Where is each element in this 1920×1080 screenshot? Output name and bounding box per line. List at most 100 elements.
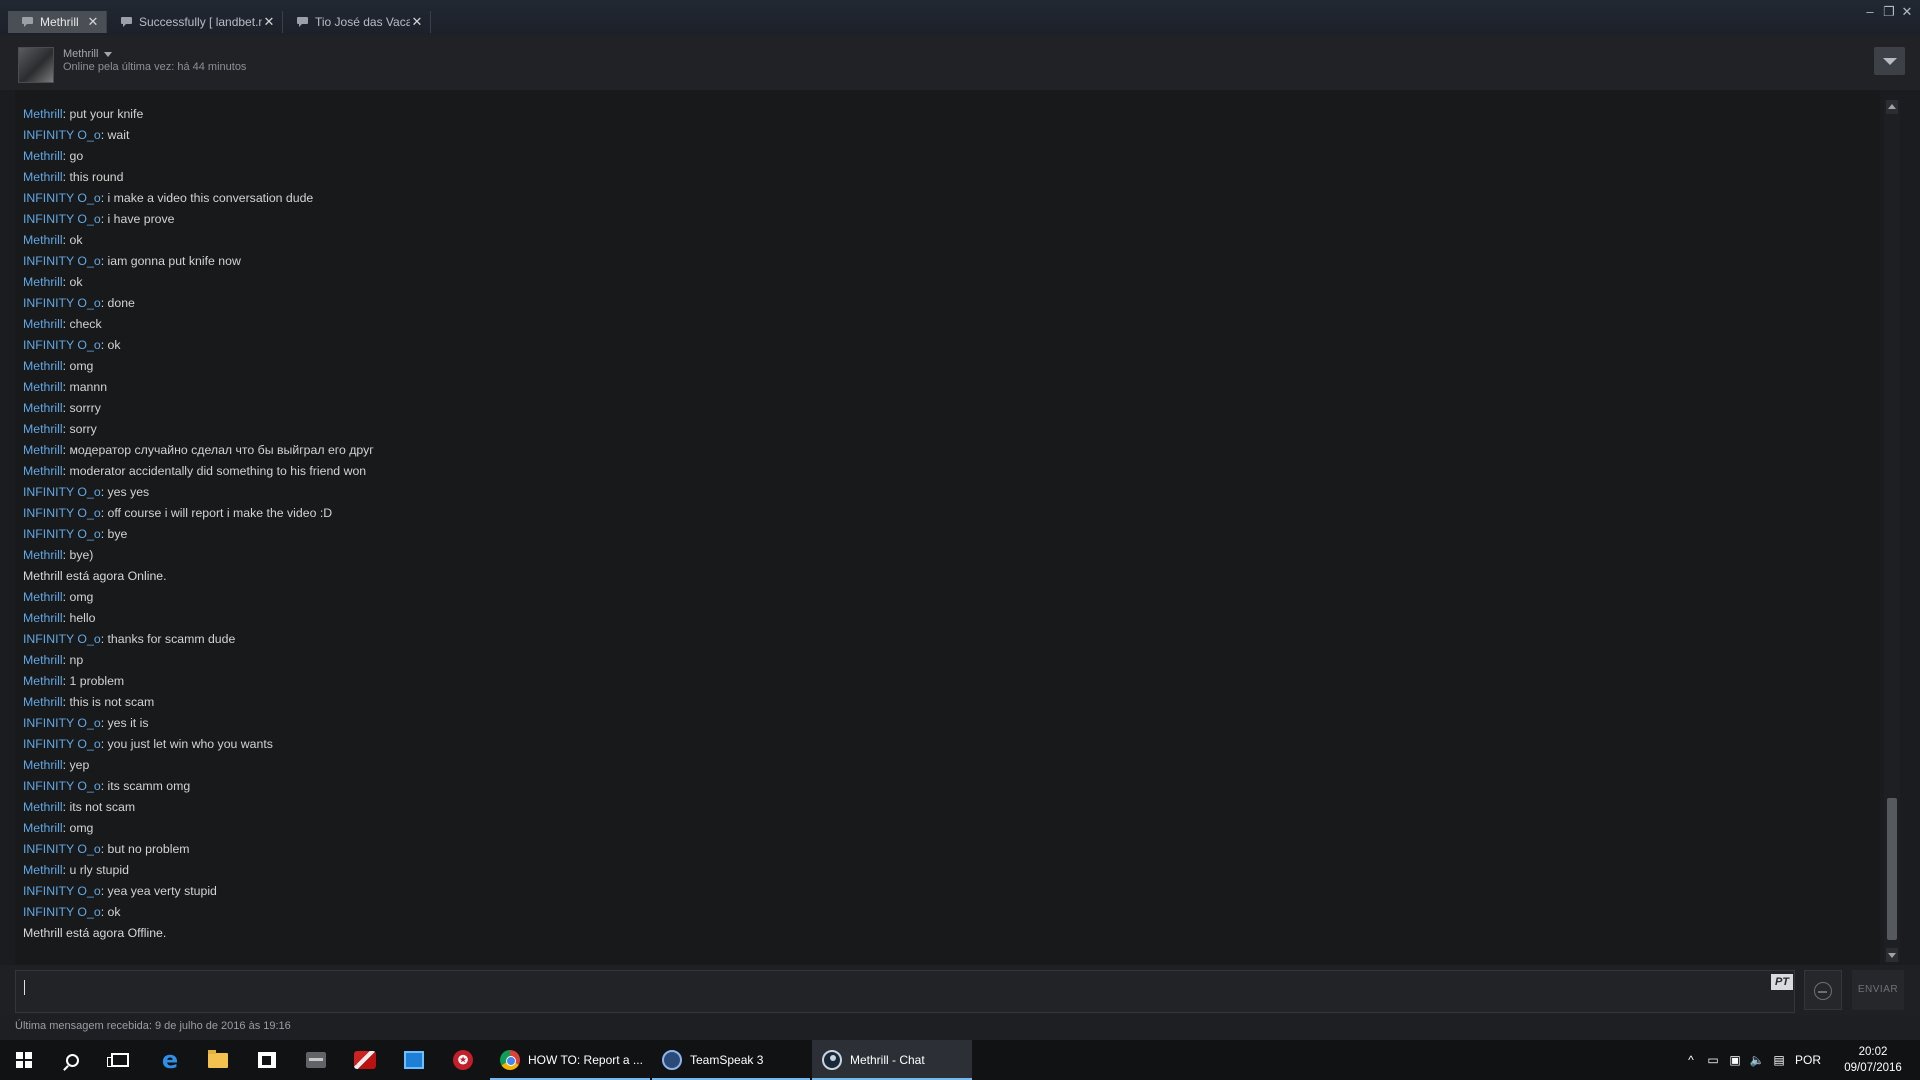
chat-log[interactable]: Methrill: put your knife INFINITY O_o: wa… (15, 90, 1880, 965)
sender-name[interactable]: INFINITY O_o (23, 527, 101, 541)
close-icon[interactable]: ✕ (410, 14, 424, 30)
sender-name[interactable]: INFINITY O_o (23, 716, 101, 730)
chat-options-button[interactable] (1874, 47, 1905, 75)
start-button[interactable] (0, 1040, 48, 1080)
clock[interactable]: 20:02 09/07/2016 (1838, 1044, 1908, 1076)
sender-name[interactable]: Methrill (23, 653, 63, 667)
chrome-icon (500, 1050, 520, 1070)
app-button[interactable] (292, 1040, 340, 1080)
send-button[interactable]: ENVIAR (1852, 970, 1904, 1010)
message-text: : i have prove (100, 212, 175, 226)
input-language[interactable]: POR (1790, 1040, 1826, 1080)
sender-name[interactable]: INFINITY O_o (23, 905, 101, 919)
chevron-up-icon[interactable]: ^ (1680, 1040, 1702, 1080)
action-center-icon[interactable]: ▤ (1768, 1040, 1790, 1080)
chat-message: Methrill: u rly stupid (15, 860, 1880, 881)
sender-name[interactable]: INFINITY O_o (23, 884, 101, 898)
message-input[interactable] (15, 970, 1795, 1013)
chat-message: INFINITY O_o: wait (15, 125, 1880, 146)
chat-message: Methrill: sorrry (15, 398, 1880, 419)
sender-name[interactable]: INFINITY O_o (23, 632, 101, 646)
sender-name[interactable]: Methrill (23, 359, 63, 373)
tab-methrill[interactable]: Methrill ✕ (8, 11, 107, 33)
sender-name[interactable]: Methrill (23, 758, 63, 772)
last-message-info: Última mensagem recebida: 9 de julho de … (15, 1020, 291, 1032)
sender-name[interactable]: Methrill (23, 674, 63, 688)
sender-name[interactable]: Methrill (23, 380, 63, 394)
volume-icon[interactable]: 🔈 (1746, 1040, 1768, 1080)
sender-name[interactable]: INFINITY O_o (23, 338, 101, 352)
sender-name[interactable]: Methrill (23, 275, 63, 289)
sender-name[interactable]: INFINITY O_o (23, 737, 101, 751)
sender-name[interactable]: INFINITY O_o (23, 212, 101, 226)
message-text: : its scamm omg (100, 779, 191, 793)
friend-name-dropdown[interactable]: Methrill (63, 48, 113, 60)
scroll-up-icon[interactable] (1886, 100, 1898, 114)
task-view-button[interactable] (96, 1040, 144, 1080)
game-launcher-button[interactable] (341, 1040, 389, 1080)
blue-app-button[interactable] (390, 1040, 438, 1080)
sender-name[interactable]: INFINITY O_o (23, 191, 101, 205)
avatar[interactable] (18, 47, 54, 83)
sender-name[interactable]: Methrill (23, 548, 63, 562)
file-explorer-button[interactable] (194, 1040, 242, 1080)
sender-name[interactable]: Methrill (23, 611, 63, 625)
sender-name[interactable]: INFINITY O_o (23, 842, 101, 856)
sender-name[interactable]: Methrill (23, 422, 63, 436)
sender-name[interactable]: Methrill (23, 695, 63, 709)
edge-button[interactable]: e (146, 1040, 194, 1080)
search-button[interactable] (48, 1040, 96, 1080)
sender-name[interactable]: Methrill (23, 149, 63, 163)
chat-message: Methrill: модератор случайно сделал что … (15, 440, 1880, 461)
scroll-thumb[interactable] (1887, 798, 1897, 940)
scroll-down-icon[interactable] (1886, 948, 1898, 962)
network-icon[interactable]: ▣ (1724, 1040, 1746, 1080)
sender-name[interactable]: Methrill (23, 464, 63, 478)
chat-scrollbar[interactable] (1884, 100, 1900, 962)
close-window-button[interactable]: ✕ (1899, 4, 1915, 20)
sender-name[interactable]: Methrill (23, 590, 63, 604)
sender-name[interactable]: INFINITY O_o (23, 779, 101, 793)
tab-tio-jose[interactable]: Tio José das Vacas ✕ (283, 11, 431, 33)
sender-name[interactable]: Methrill (23, 821, 63, 835)
taskbar-task-teamspeak[interactable]: TeamSpeak 3 (652, 1040, 810, 1080)
sender-name[interactable]: INFINITY O_o (23, 254, 101, 268)
taskbar-task-chrome[interactable]: HOW TO: Report a ... (490, 1040, 650, 1080)
chat-message: Methrill: np (15, 650, 1880, 671)
close-icon[interactable]: ✕ (262, 14, 276, 30)
battery-icon[interactable]: ▭ (1702, 1040, 1724, 1080)
emoticon-button[interactable] (1804, 970, 1842, 1010)
message-text: : модератор случайно сделал что бы выйгр… (62, 443, 374, 457)
tab-successfully[interactable]: Successfully [ landbet.net ] ✕ (107, 11, 283, 33)
red-app-button[interactable]: ✪ (439, 1040, 487, 1080)
close-icon[interactable]: ✕ (86, 14, 100, 30)
windows-logo-icon (16, 1052, 32, 1068)
sender-name[interactable]: Methrill (23, 863, 63, 877)
message-text: : u rly stupid (62, 863, 129, 877)
sender-name[interactable]: Methrill (23, 107, 63, 121)
store-button[interactable] (243, 1040, 291, 1080)
message-text: : done (100, 296, 135, 310)
chat-message: INFINITY O_o: its scamm omg (15, 776, 1880, 797)
sender-name[interactable]: Methrill (23, 170, 63, 184)
taskbar-task-steam-chat[interactable]: Methrill - Chat (812, 1040, 972, 1080)
minimize-button[interactable]: – (1862, 4, 1878, 20)
sender-name[interactable]: Methrill (23, 443, 63, 457)
status-footer: Última mensagem recebida: 9 de julho de … (0, 1015, 1920, 1040)
sender-name[interactable]: Methrill (23, 233, 63, 247)
chat-message: Methrill: its not scam (15, 797, 1880, 818)
message-text: : ok (62, 233, 83, 247)
message-text: : ok (100, 338, 121, 352)
sender-name[interactable]: INFINITY O_o (23, 128, 101, 142)
sender-name[interactable]: INFINITY O_o (23, 485, 101, 499)
sender-name[interactable]: Methrill (23, 317, 63, 331)
chat-message: INFINITY O_o: yes it is (15, 713, 1880, 734)
sender-name[interactable]: INFINITY O_o (23, 506, 101, 520)
message-text: : this is not scam (62, 695, 155, 709)
message-text: : you just let win who you wants (100, 737, 273, 751)
message-text: : iam gonna put knife now (100, 254, 241, 268)
sender-name[interactable]: INFINITY O_o (23, 296, 101, 310)
restore-button[interactable]: ❐ (1881, 4, 1897, 20)
sender-name[interactable]: Methrill (23, 800, 63, 814)
sender-name[interactable]: Methrill (23, 401, 63, 415)
